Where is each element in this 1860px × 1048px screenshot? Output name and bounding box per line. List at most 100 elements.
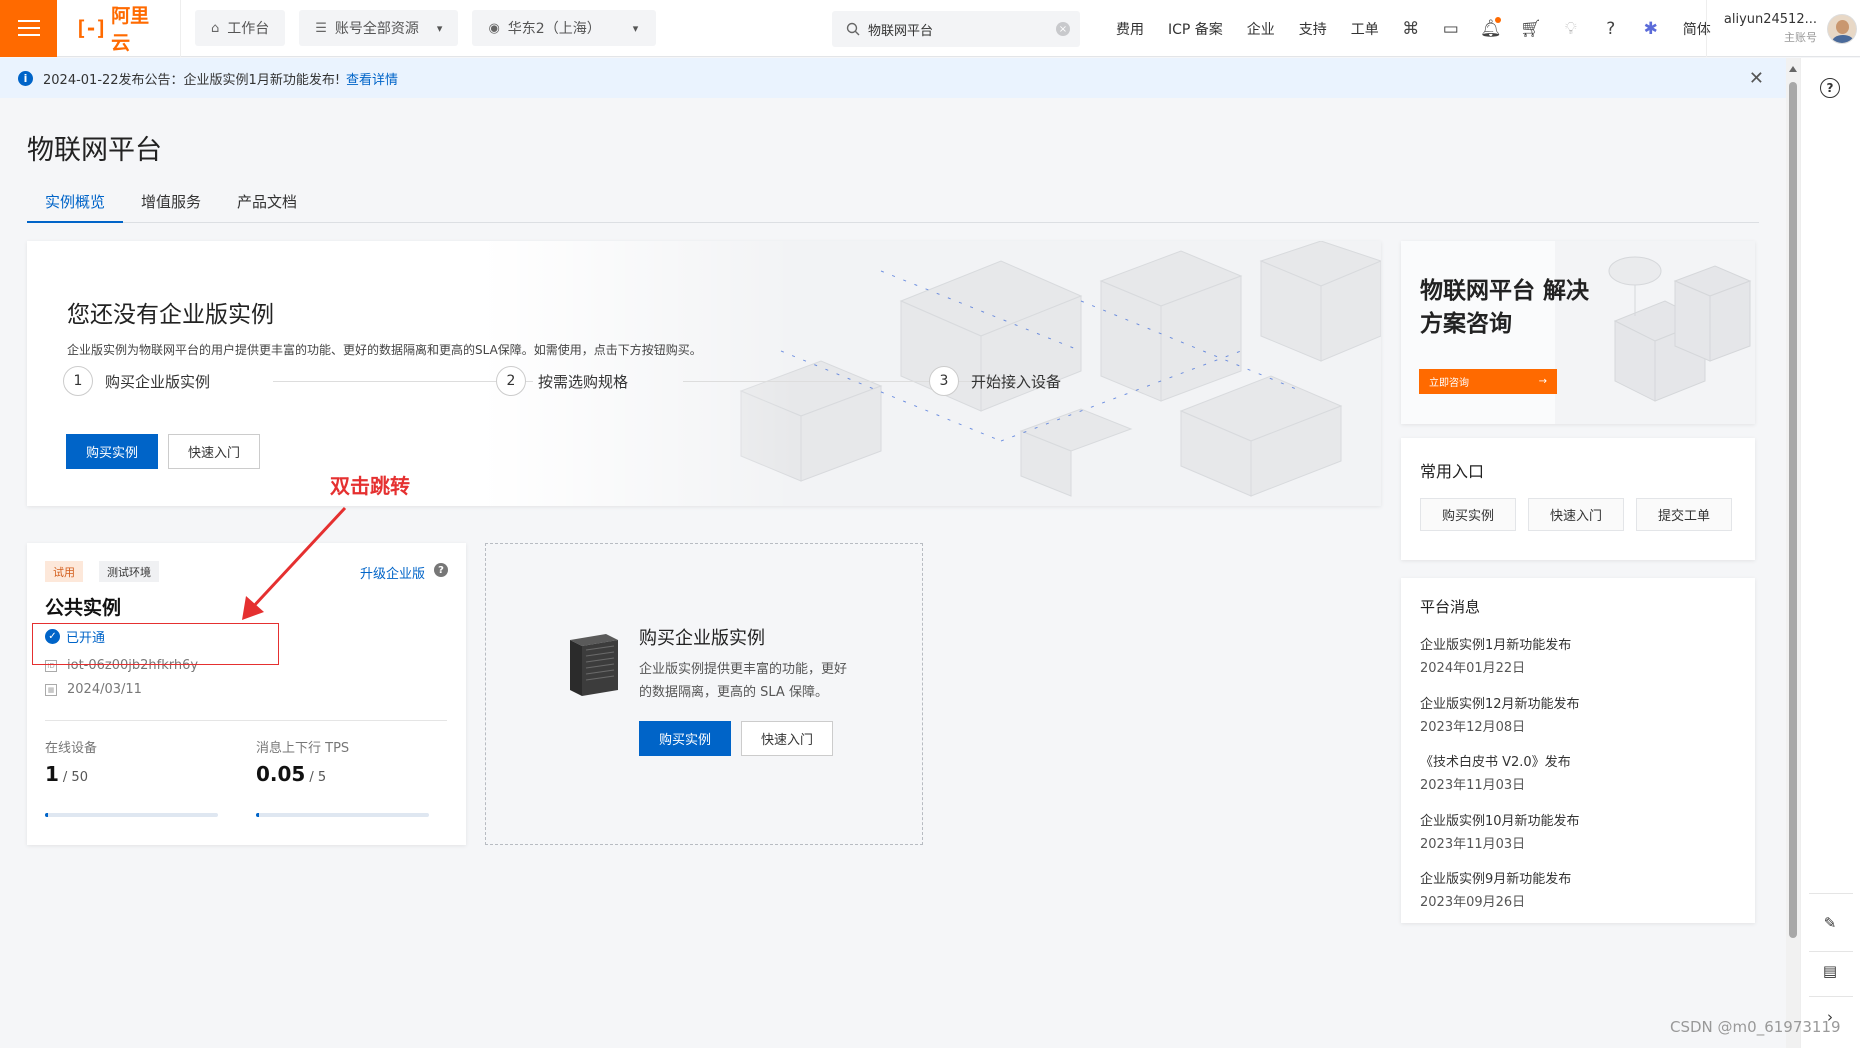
scroll-thumb[interactable] xyxy=(1789,82,1797,938)
tab-docs[interactable]: 产品文档 xyxy=(219,190,315,223)
metric-value: 0.05 xyxy=(256,762,306,786)
message-title[interactable]: 企业版实例12月新功能发布 xyxy=(1420,693,1740,712)
entry-ticket[interactable]: 提交工单 xyxy=(1636,498,1732,531)
rail-divider xyxy=(1809,996,1853,997)
user-role: 主账号 xyxy=(1784,31,1817,44)
message-item[interactable]: 企业版实例1月新功能发布 2024年01月22日 xyxy=(1420,634,1740,676)
step-3: 3 开始接入设备 xyxy=(929,366,1061,396)
menu-icon[interactable] xyxy=(0,0,57,57)
announcement-link[interactable]: 查看详情 xyxy=(346,69,398,88)
scrollbar[interactable] xyxy=(1786,58,1800,1048)
logo-text: 阿里云 xyxy=(111,5,150,54)
buy-instance-button[interactable]: 购买实例 xyxy=(66,434,158,469)
region-dropdown[interactable]: ◉ 华东2（上海） ▾ xyxy=(472,10,657,46)
instance-date: 2024/03/11 xyxy=(67,682,142,697)
metric-total: / 5 xyxy=(309,770,327,785)
upgrade-link[interactable]: 升级企业版 xyxy=(360,563,425,582)
link-support[interactable]: 支持 xyxy=(1287,19,1339,39)
workbench-button[interactable]: ⌂ 工作台 xyxy=(195,10,286,46)
rail-divider xyxy=(1809,893,1853,894)
message-date: 2023年11月03日 xyxy=(1420,837,1526,852)
cart-icon[interactable]: 🛒︎ xyxy=(1511,19,1551,39)
help-icon[interactable]: ? xyxy=(1591,19,1631,39)
quick-start-button[interactable]: 快速入门 xyxy=(741,721,833,756)
platform-messages: 平台消息 企业版实例1月新功能发布 2024年01月22日 企业版实例12月新功… xyxy=(1401,578,1755,923)
rail-divider xyxy=(1809,951,1853,952)
consult-button[interactable]: 立即咨询 → xyxy=(1419,369,1557,394)
region-label: 华东2（上海） xyxy=(507,21,601,37)
location-icon: ◉ xyxy=(488,20,500,36)
step-1: 1 购买企业版实例 xyxy=(63,366,210,396)
entry-buy[interactable]: 购买实例 xyxy=(1420,498,1516,531)
tab-value-added[interactable]: 增值服务 xyxy=(123,190,219,223)
message-item[interactable]: 企业版实例10月新功能发布 2023年11月03日 xyxy=(1420,810,1740,852)
link-ticket[interactable]: 工单 xyxy=(1339,19,1391,39)
help-icon[interactable]: ? xyxy=(1820,78,1840,98)
instance-name: 公共实例 xyxy=(45,597,122,619)
chevron-down-icon: ▾ xyxy=(436,21,443,35)
feedback-icon[interactable]: ▤ xyxy=(1817,958,1843,984)
info-icon: i xyxy=(18,70,33,86)
promo-title: 物联网平台 解决方案咨询 xyxy=(1420,278,1590,337)
solution-promo[interactable]: 物联网平台 解决方案咨询 立即咨询 → xyxy=(1401,241,1755,424)
workbench-label: 工作台 xyxy=(227,21,270,37)
message-date: 2023年11月03日 xyxy=(1420,778,1526,793)
edit-icon[interactable]: ✎ xyxy=(1817,910,1843,936)
message-item[interactable]: 企业版实例9月新功能发布 2023年09月26日 xyxy=(1420,868,1740,910)
enterprise-banner: 您还没有企业版实例 企业版实例为物联网平台的用户提供更丰富的功能、更好的数据隔离… xyxy=(27,241,1381,506)
message-date: 2024年01月22日 xyxy=(1420,661,1526,676)
message-title[interactable]: 企业版实例1月新功能发布 xyxy=(1420,634,1740,653)
tps-metric: 消息上下行 TPS 0.05/ 5 xyxy=(256,737,349,786)
quick-start-button[interactable]: 快速入门 xyxy=(168,434,260,469)
bulb-icon[interactable]: 💡︎ xyxy=(1551,19,1591,39)
arrow-right-icon: → xyxy=(1538,376,1547,387)
close-icon[interactable]: ✕ xyxy=(1749,68,1764,89)
metric-value-row: 0.05/ 5 xyxy=(256,762,349,786)
divider xyxy=(45,720,447,721)
assistant-icon[interactable]: ✱ xyxy=(1631,19,1671,39)
link-icp[interactable]: ICP 备案 xyxy=(1156,19,1235,39)
online-devices-metric: 在线设备 1/ 50 xyxy=(45,737,97,786)
announcement-bar: i 2024-01-22发布公告：企业版实例1月新功能发布! 查看详情 ✕ xyxy=(0,58,1786,98)
tab-bar: 实例概览 增值服务 产品文档 xyxy=(27,190,1759,223)
buy-instance-button[interactable]: 购买实例 xyxy=(639,721,731,756)
server-icon xyxy=(570,634,618,696)
message-date: 2023年12月08日 xyxy=(1420,720,1526,735)
metric-label: 消息上下行 TPS xyxy=(256,741,350,756)
clear-icon[interactable]: × xyxy=(1056,22,1070,36)
buy-card-title: 购买企业版实例 xyxy=(639,628,765,649)
code-icon[interactable]: ⌘ xyxy=(1391,19,1431,39)
resources-dropdown[interactable]: ☰ 账号全部资源 ▾ xyxy=(299,10,459,46)
link-fees[interactable]: 费用 xyxy=(1104,19,1156,39)
message-item[interactable]: 《技术白皮书 V2.0》发布 2023年11月03日 xyxy=(1420,751,1740,793)
search-box: × xyxy=(832,11,1080,47)
chevron-down-icon: ▾ xyxy=(632,21,639,35)
search-input[interactable] xyxy=(868,21,1048,37)
message-title[interactable]: 《技术白皮书 V2.0》发布 xyxy=(1420,751,1740,770)
step-label: 购买企业版实例 xyxy=(105,372,211,391)
page-title: 物联网平台 xyxy=(27,135,162,166)
link-enterprise[interactable]: 企业 xyxy=(1235,19,1287,39)
buy-enterprise-card: 购买企业版实例 企业版实例提供更丰富的功能，更好的数据隔离，更高的 SLA 保障… xyxy=(485,543,923,845)
step-label: 开始接入设备 xyxy=(971,372,1062,391)
logo[interactable]: [-] 阿里云 xyxy=(57,0,181,57)
tab-overview[interactable]: 实例概览 xyxy=(27,190,124,223)
message-title[interactable]: 企业版实例9月新功能发布 xyxy=(1420,868,1740,887)
instance-date-row: ▦ 2024/03/11 xyxy=(45,682,142,697)
message-title[interactable]: 企业版实例10月新功能发布 xyxy=(1420,810,1740,829)
progress-fill xyxy=(256,813,259,817)
metric-total: / 50 xyxy=(62,770,88,785)
step-number: 3 xyxy=(929,366,959,396)
trial-badge: 试用 xyxy=(45,561,83,582)
entry-quickstart[interactable]: 快速入门 xyxy=(1528,498,1624,531)
bell-icon[interactable]: 🔔︎ xyxy=(1471,16,1511,39)
avatar[interactable] xyxy=(1827,13,1857,44)
terminal-icon[interactable]: ▭ xyxy=(1431,19,1471,39)
messages-title: 平台消息 xyxy=(1420,598,1481,616)
user-menu[interactable]: aliyun24512... 主账号 xyxy=(1706,0,1860,57)
question-icon[interactable]: ? xyxy=(434,563,448,577)
search-icon xyxy=(846,22,860,36)
resource-icon: ☰ xyxy=(315,20,327,36)
message-item[interactable]: 企业版实例12月新功能发布 2023年12月08日 xyxy=(1420,693,1740,735)
scroll-up-icon[interactable] xyxy=(1789,66,1797,72)
